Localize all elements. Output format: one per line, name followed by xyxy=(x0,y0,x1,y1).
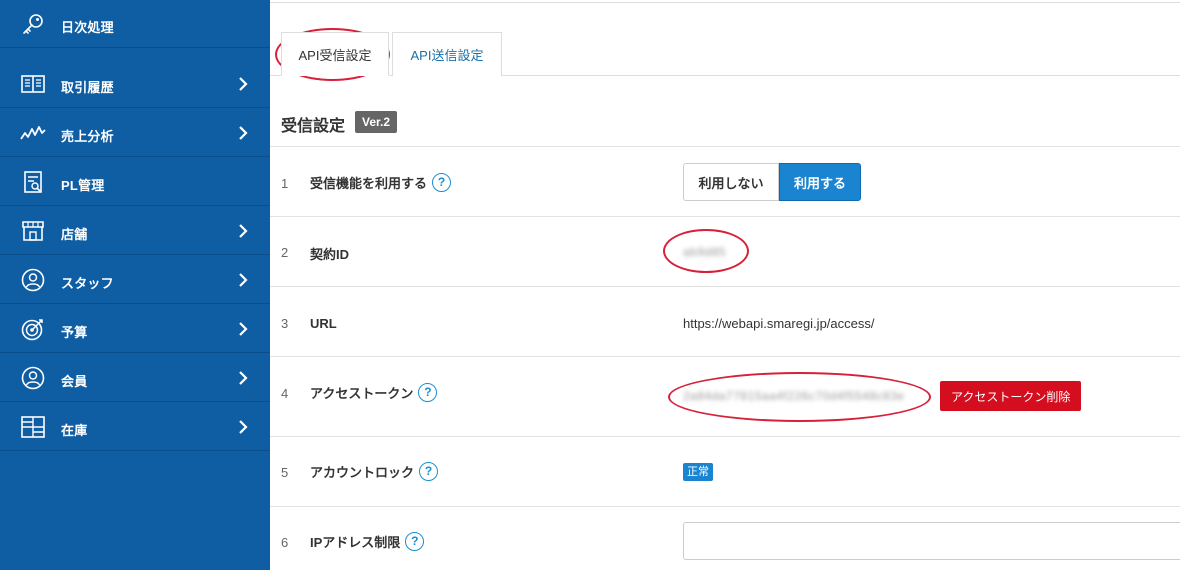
row-number: 3 xyxy=(281,316,289,331)
grid-icon xyxy=(20,415,46,439)
row-number: 2 xyxy=(281,245,289,260)
row-number: 1 xyxy=(281,176,289,191)
contract-id-value: ab9d85 xyxy=(683,245,727,259)
status-badge: 正常 xyxy=(683,463,713,481)
sidebar-item-sales-analysis[interactable]: 売上分析 xyxy=(0,109,270,157)
row-label-text: URL xyxy=(310,316,337,331)
sidebar-item-inventory[interactable]: 在庫 xyxy=(0,403,270,451)
member-icon xyxy=(20,366,46,390)
url-value: https://webapi.smaregi.jp/access/ xyxy=(683,316,875,331)
target-icon xyxy=(20,317,46,341)
ip-restriction-input[interactable] xyxy=(683,522,1180,560)
main-content: API受信設定 API送信設定 受信設定 Ver.2 1 受信機能を利用する ?… xyxy=(270,0,1180,570)
row-number: 6 xyxy=(281,535,289,550)
key-icon xyxy=(20,12,46,36)
tab-api-send[interactable]: API送信設定 xyxy=(392,32,502,76)
row-label: IPアドレス制限 ? xyxy=(310,532,425,551)
section-title: 受信設定 xyxy=(281,118,346,135)
row-label-text: IPアドレス制限 xyxy=(310,535,401,550)
report-icon xyxy=(20,170,46,194)
access-token-value: 2a84da77815aa4f226c70d4f5548c83e xyxy=(683,389,905,403)
setting-row-account-lock: 5 アカウントロック ? 正常 xyxy=(270,436,1180,506)
sidebar-item-pl[interactable]: PL管理 xyxy=(0,158,270,206)
sidebar: 日次処理 取引履歴 売上分析 PL管理 店舗 スタッフ 予算 会員 在庫 xyxy=(0,0,270,570)
top-divider xyxy=(270,0,1180,3)
book-icon xyxy=(20,72,46,96)
sidebar-item-label: 予算 xyxy=(61,325,88,340)
sidebar-item-label: 会員 xyxy=(61,374,88,389)
row-label-text: 受信機能を利用する xyxy=(310,176,428,191)
sidebar-item-label: 取引履歴 xyxy=(61,80,114,95)
row-label-text: 契約ID xyxy=(310,247,350,262)
sidebar-item-label: PL管理 xyxy=(61,178,105,193)
chevron-right-icon xyxy=(238,223,248,239)
sidebar-item-stores[interactable]: 店舗 xyxy=(0,207,270,255)
sidebar-item-staff[interactable]: スタッフ xyxy=(0,256,270,304)
chevron-right-icon xyxy=(238,321,248,337)
enable-button[interactable]: 利用する xyxy=(779,163,861,201)
app-root: 日次処理 取引履歴 売上分析 PL管理 店舗 スタッフ 予算 会員 在庫 API… xyxy=(0,0,1180,570)
sidebar-item-transactions[interactable]: 取引履歴 xyxy=(0,60,270,108)
sidebar-item-budget[interactable]: 予算 xyxy=(0,305,270,353)
receive-toggle: 利用しない 利用する xyxy=(683,163,861,201)
staff-icon xyxy=(20,268,46,292)
chevron-right-icon xyxy=(238,272,248,288)
help-icon[interactable]: ? xyxy=(419,462,439,481)
sidebar-item-label: 在庫 xyxy=(61,423,88,438)
sidebar-item-members[interactable]: 会員 xyxy=(0,354,270,402)
trend-icon xyxy=(20,121,46,145)
row-number: 4 xyxy=(281,386,289,401)
chevron-right-icon xyxy=(238,370,248,386)
tab-api-receive[interactable]: API受信設定 xyxy=(281,32,389,76)
store-icon xyxy=(20,219,46,243)
delete-token-button[interactable]: アクセストークン削除 xyxy=(940,381,1082,411)
help-icon[interactable]: ? xyxy=(405,532,425,551)
version-badge: Ver.2 xyxy=(355,111,398,133)
help-icon[interactable]: ? xyxy=(432,173,452,192)
row-label: 受信機能を利用する ? xyxy=(310,173,452,192)
setting-row-url: 3 URL https://webapi.smaregi.jp/access/ xyxy=(270,286,1180,356)
help-icon[interactable]: ? xyxy=(418,383,438,402)
setting-row-access-token: 4 アクセストークン ? 2a84da77815aa4f226c70d4f554… xyxy=(270,356,1180,436)
setting-row-contract-id: 2 契約ID ab9d85 xyxy=(270,216,1180,286)
row-label: アカウントロック ? xyxy=(310,462,439,481)
setting-row-receive: 1 受信機能を利用する ? 利用しない 利用する xyxy=(270,146,1180,216)
row-label-text: アカウントロック xyxy=(310,465,415,480)
row-label: 契約ID xyxy=(310,244,349,263)
row-number: 5 xyxy=(281,465,289,480)
row-label: アクセストークン ? xyxy=(310,383,438,402)
chevron-right-icon xyxy=(238,76,248,92)
sidebar-item-label: スタッフ xyxy=(61,276,114,291)
sidebar-item-label: 店舗 xyxy=(61,227,88,242)
chevron-right-icon xyxy=(238,125,248,141)
disable-button[interactable]: 利用しない xyxy=(683,163,779,201)
row-label: URL xyxy=(310,316,337,331)
sidebar-item-label: 売上分析 xyxy=(61,129,114,144)
setting-row-ip-restriction: 6 IPアドレス制限 ? xyxy=(270,506,1180,570)
row-label-text: アクセストークン xyxy=(310,386,414,401)
sidebar-item-daily[interactable]: 日次処理 xyxy=(0,0,270,48)
sidebar-item-label: 日次処理 xyxy=(61,20,114,35)
chevron-right-icon xyxy=(238,419,248,435)
